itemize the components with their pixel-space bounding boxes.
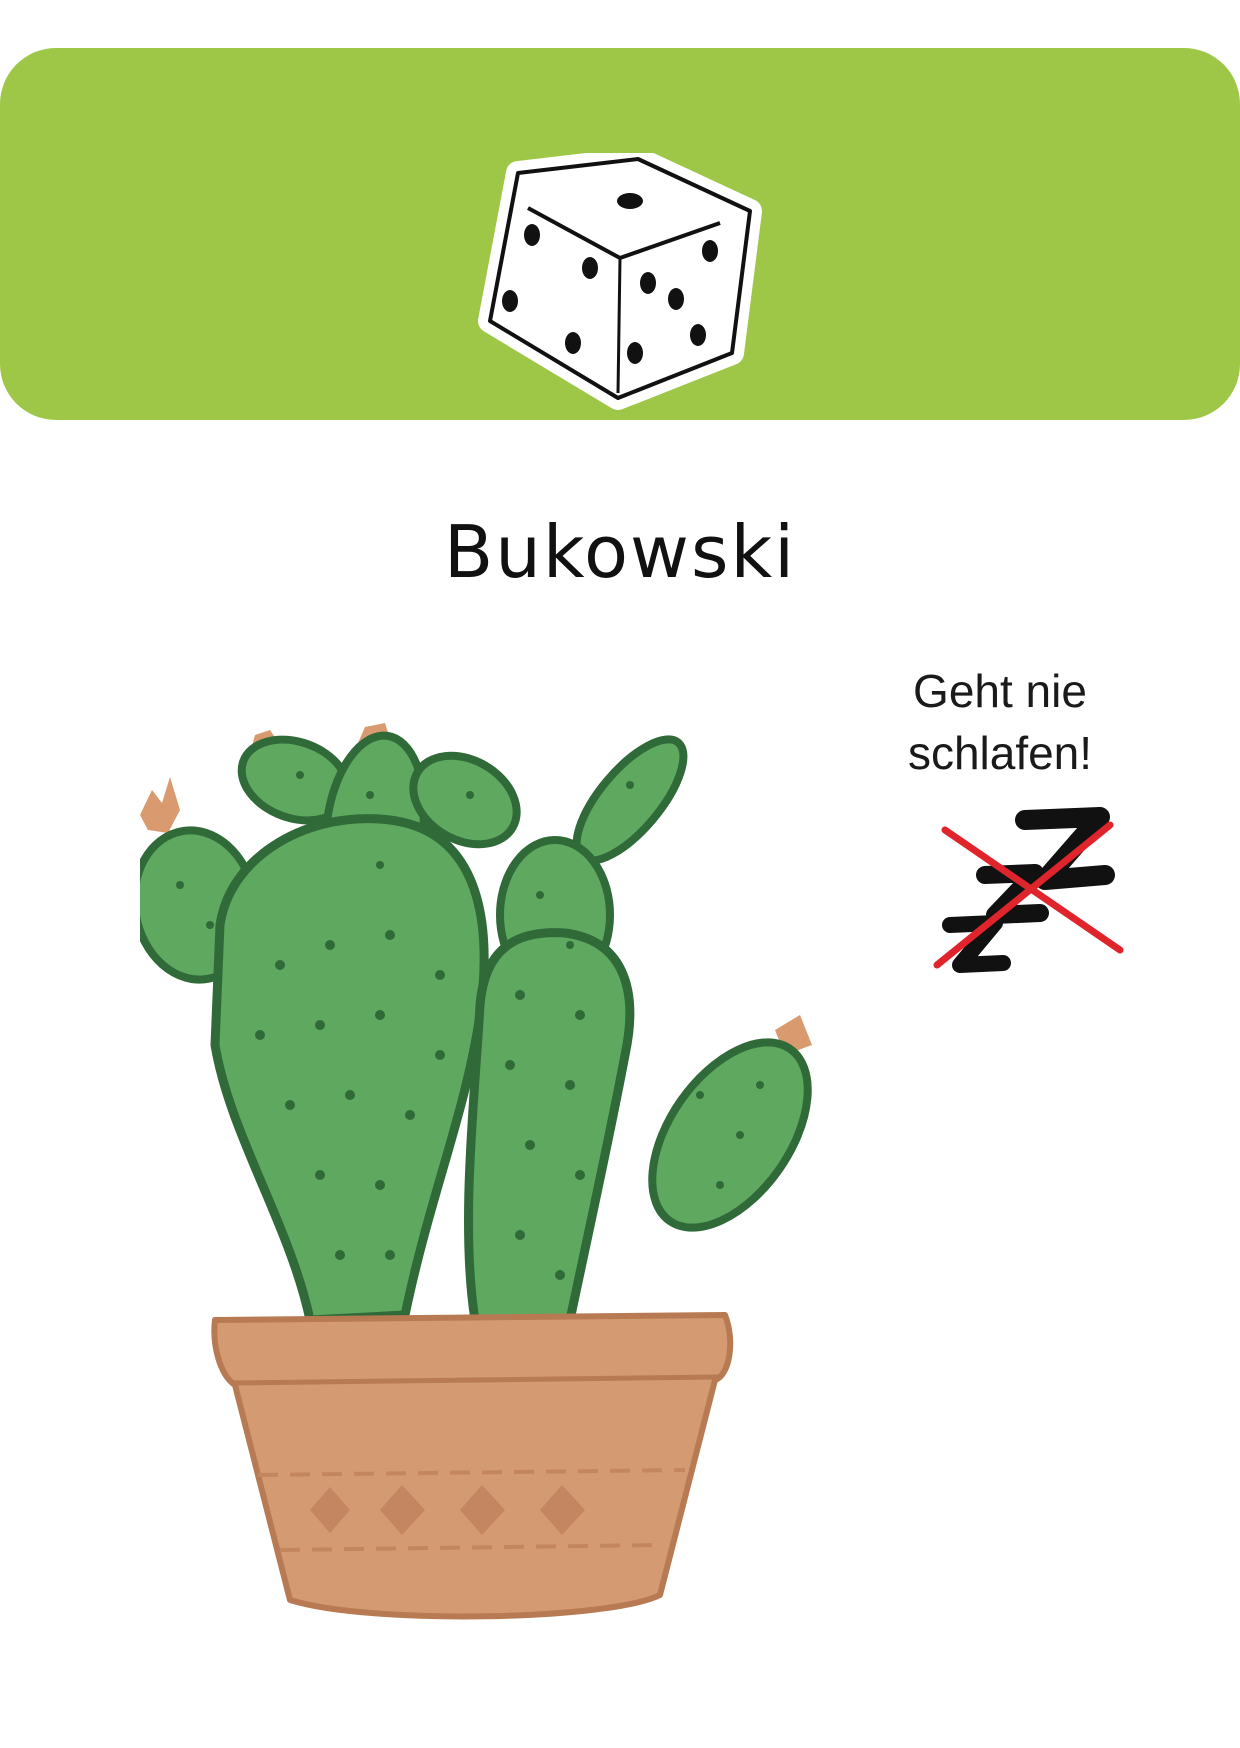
card-title: Bukowski: [443, 510, 797, 594]
zzz-crossed-icon: [933, 807, 1124, 973]
dice-icon: [478, 153, 762, 410]
cactus-illustration: [140, 723, 812, 1620]
trait-line-2: schlafen!: [907, 727, 1093, 779]
trait-line-1: Geht nie: [913, 665, 1087, 717]
cactus-plant: [140, 723, 812, 1325]
header-banner: [0, 48, 1240, 420]
flower-pot: [211, 1312, 734, 1620]
trait-text: Geht nie schlafen!: [860, 660, 1140, 784]
